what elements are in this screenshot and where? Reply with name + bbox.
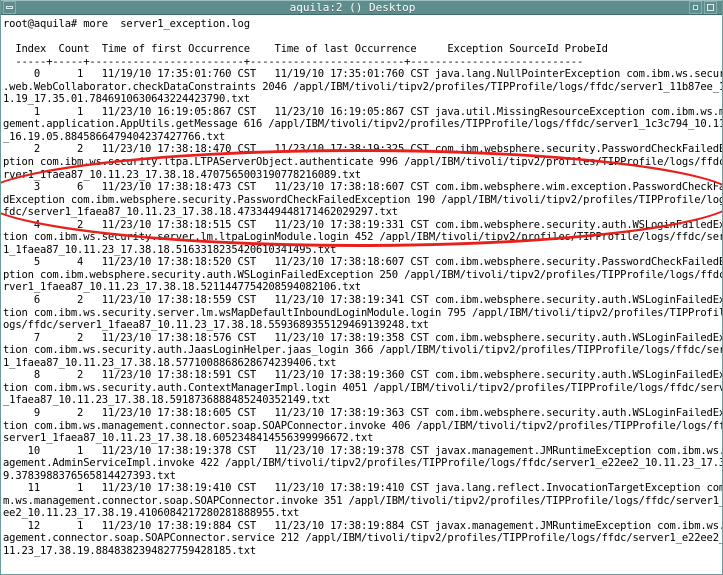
terminal-line: 4 2 11/23/10 17:38:18:515 CST 11/23/10 1… <box>3 218 722 231</box>
terminal-line: 0 1 11/19/10 17:35:01:760 CST 11/19/10 1… <box>3 68 722 81</box>
terminal-line: tion com.ibm.ws.management.connector.soa… <box>3 419 722 432</box>
terminal-line: 8 2 11/23/10 17:38:18:591 CST 11/23/10 1… <box>3 369 722 382</box>
minimize-icon <box>693 5 698 10</box>
maximize-icon <box>707 4 714 11</box>
terminal-line: agement.connector.soap.SOAPConnector.ser… <box>3 532 722 545</box>
iconify-button[interactable] <box>689 1 702 14</box>
terminal-line: fdc/server1_1faea87_10.11.23_17.38.18.47… <box>3 206 398 219</box>
terminal-line: 1_1faea87_10.11.23_17.38.18.577100886862… <box>3 356 337 369</box>
terminal-line: ption com.ibm.websphere.security.auth.WS… <box>3 268 722 281</box>
window-menu-icon <box>6 6 13 9</box>
terminal-line: tion com.ibm.ws.security.server.lm.ltpaL… <box>3 231 722 244</box>
terminal-line: 11.23_17.38.19.8848382394827759428185.tx… <box>3 544 257 557</box>
terminal-line: 5 4 11/23/10 17:38:18:520 CST 11/23/10 1… <box>3 256 722 269</box>
terminal-line: tion com.ibm.ws.security.auth.ContextMan… <box>3 381 722 394</box>
terminal-line: agement.AdminServiceImpl.invoke 422 /app… <box>3 457 722 470</box>
terminal-line: 10 1 11/23/10 17:38:19:378 CST 11/23/10 … <box>3 444 722 457</box>
terminal-line: _16.19.05.8845866479404237427766.txt <box>3 130 226 143</box>
terminal-line: 2 2 11/23/10 17:38:18:470 CST 11/23/10 1… <box>3 143 722 156</box>
terminal-line: dException com.ibm.websphere.security.Pa… <box>3 193 722 206</box>
terminal-line: 1.19_17.35.01.7846910630643224423790.txt <box>3 93 250 106</box>
terminal-line: 9.3783988376565814427393.txt <box>3 469 176 482</box>
terminal-line: 7 2 11/23/10 17:38:18:576 CST 11/23/10 1… <box>3 331 722 344</box>
terminal-line: tion com.ibm.ws.security.server.lm.wsMap… <box>3 306 722 319</box>
terminal-line: m.ws.management.connector.soap.SOAPConne… <box>3 494 722 507</box>
terminal-line: server1_1faea87_10.11.23_17.38.18.605234… <box>3 432 374 445</box>
terminal-line: ee2_10.11.23_17.38.19.410608421728028188… <box>3 507 300 520</box>
window-menu-button[interactable] <box>3 1 16 14</box>
terminal-line: root@aquila# more server1_exception.log <box>3 18 250 30</box>
terminal-line: 12 1 11/23/10 17:38:19:884 CST 11/23/10 … <box>3 519 722 532</box>
terminal-line: 1_1faea87_10.11.23_17.38.18.516331823542… <box>3 243 337 256</box>
terminal-line: _1faea87_10.11.23_17.38.18.5918736888485… <box>3 394 331 407</box>
terminal-window: aquila:2 () Desktop root@aquila# more se… <box>0 0 723 575</box>
terminal-line: 3 6 11/23/10 17:38:18:473 CST 11/23/10 1… <box>3 181 722 194</box>
terminal-line: 6 2 11/23/10 17:38:18:559 CST 11/23/10 1… <box>3 294 722 307</box>
terminal-line: tion com.ibm.ws.security.auth.JaasLoginH… <box>3 344 722 357</box>
terminal-line: 1 1 11/23/10 16:19:05:867 CST 11/23/10 1… <box>3 105 722 118</box>
terminal-line: -----+-----+-------------------------+--… <box>3 55 584 68</box>
maximize-button[interactable] <box>704 1 717 14</box>
window-titlebar[interactable]: aquila:2 () Desktop <box>1 0 722 15</box>
terminal-line: 11 1 11/23/10 17:38:19:410 CST 11/23/10 … <box>3 482 722 495</box>
terminal-line: rver1_1faea87_10.11.23_17.38.18.47075650… <box>3 168 361 181</box>
window-title: aquila:2 () Desktop <box>289 1 416 14</box>
terminal-line: ogs/ffdc/server1_1faea87_10.11.23_17.38.… <box>3 319 429 332</box>
terminal-line: Index Count Time of first Occurrence Tim… <box>3 43 608 56</box>
terminal-content-area[interactable]: root@aquila# more server1_exception.log … <box>1 15 722 574</box>
terminal-line: 9 2 11/23/10 17:38:18:605 CST 11/23/10 1… <box>3 406 722 419</box>
terminal-line: .web.WebCollaborator.checkDataConstraint… <box>3 80 722 93</box>
terminal-line: ption com.ibm.ws.security.ltpa.LTPAServe… <box>3 156 722 169</box>
terminal-text: root@aquila# more server1_exception.log … <box>3 18 722 558</box>
terminal-line: gement.application.AppUtils.getMessage 6… <box>3 118 722 131</box>
terminal-line: rver1_1faea87_10.11.23_17.38.18.52114477… <box>3 281 361 294</box>
